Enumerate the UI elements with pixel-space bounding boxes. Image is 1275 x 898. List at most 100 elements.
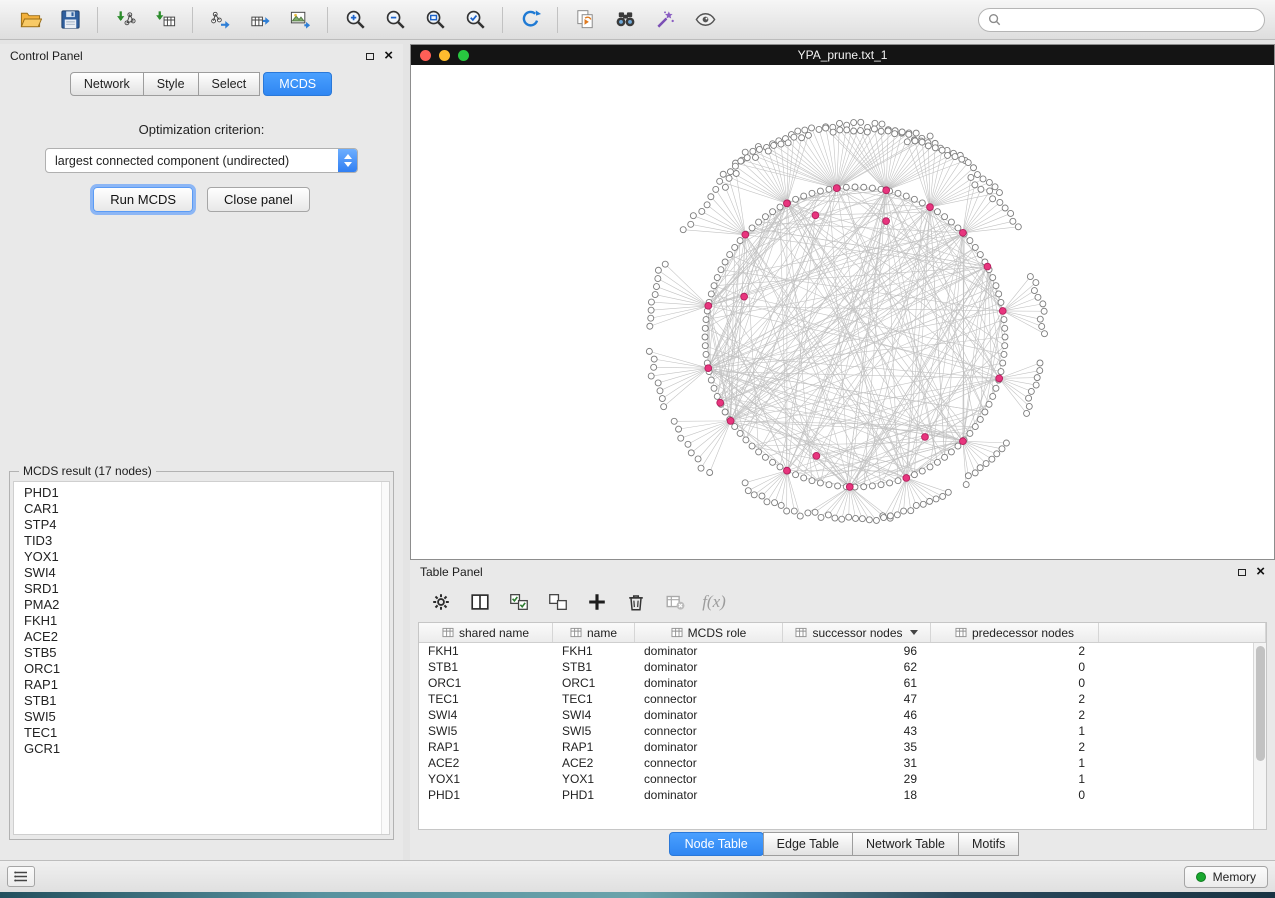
close-panel-button[interactable]: Close panel — [207, 187, 310, 212]
table-cell: dominator — [635, 660, 783, 674]
mcds-result-item[interactable]: ACE2 — [24, 629, 389, 645]
float-panel-icon[interactable] — [366, 53, 374, 60]
table-cell: 61 — [783, 676, 931, 690]
gear-icon[interactable] — [426, 588, 456, 616]
table-row[interactable]: ACE2ACE2connector311 — [419, 755, 1266, 771]
table-scrollbar[interactable] — [1253, 643, 1266, 829]
tab-select[interactable]: Select — [198, 72, 261, 96]
mcds-result-item[interactable]: STP4 — [24, 517, 389, 533]
column-header-predecessor-nodes[interactable]: predecessor nodes — [931, 623, 1099, 642]
zoom-out-icon[interactable] — [379, 5, 411, 35]
table-row[interactable]: YOX1YOX1connector291 — [419, 771, 1266, 787]
table-row[interactable]: FKH1FKH1dominator962 — [419, 643, 1266, 659]
show-hide-icon[interactable] — [689, 5, 721, 35]
mcds-result-item[interactable]: SRD1 — [24, 581, 389, 597]
table-cell: TEC1 — [419, 692, 553, 706]
mcds-result-item[interactable]: FKH1 — [24, 613, 389, 629]
table-row[interactable]: RAP1RAP1dominator352 — [419, 739, 1266, 755]
mcds-result-item[interactable]: STB5 — [24, 645, 389, 661]
column-header-successor-nodes[interactable]: successor nodes — [783, 623, 931, 642]
refresh-icon[interactable] — [514, 5, 546, 35]
clear-icon — [660, 588, 690, 616]
dropdown-value: largest connected component (undirected) — [46, 154, 338, 168]
table-cell: PHD1 — [419, 788, 553, 802]
network-window-titlebar[interactable]: YPA_prune.txt_1 — [411, 45, 1274, 65]
table-row[interactable]: SWI5SWI5connector431 — [419, 723, 1266, 739]
column-header-shared-name[interactable]: shared name — [419, 623, 553, 642]
table-row[interactable]: SWI4SWI4dominator462 — [419, 707, 1266, 723]
table-tabs: Node TableEdge TableNetwork TableMotifs — [410, 832, 1275, 856]
import-network-icon[interactable] — [109, 5, 141, 35]
mcds-result-item[interactable]: TEC1 — [24, 725, 389, 741]
zoom-fit-icon[interactable] — [419, 5, 451, 35]
mcds-result-item[interactable]: SWI5 — [24, 709, 389, 725]
table-row[interactable]: STB1STB1dominator620 — [419, 659, 1266, 675]
window-maximize-icon[interactable] — [458, 50, 469, 61]
tab-network-table[interactable]: Network Table — [852, 832, 959, 856]
table-cell: connector — [635, 756, 783, 770]
tab-style[interactable]: Style — [143, 72, 199, 96]
tab-network[interactable]: Network — [70, 72, 144, 96]
optimization-dropdown[interactable]: largest connected component (undirected) — [45, 148, 358, 173]
table-cell: PHD1 — [553, 788, 635, 802]
mcds-result-item[interactable]: GCR1 — [24, 741, 389, 757]
network-canvas[interactable] — [411, 65, 1274, 559]
memory-button[interactable]: Memory — [1184, 866, 1268, 888]
table-cell: dominator — [635, 740, 783, 754]
tab-edge-table[interactable]: Edge Table — [763, 832, 853, 856]
zoom-in-icon[interactable] — [339, 5, 371, 35]
table-scrollbar-thumb[interactable] — [1256, 646, 1265, 761]
tab-node-table[interactable]: Node Table — [669, 832, 764, 856]
export-network-icon[interactable] — [204, 5, 236, 35]
search-box[interactable] — [978, 8, 1265, 32]
float-table-panel-icon[interactable] — [1238, 569, 1246, 576]
column-header-name[interactable]: name — [553, 623, 635, 642]
clone-network-icon[interactable] — [569, 5, 601, 35]
close-panel-icon[interactable]: × — [384, 51, 393, 61]
mcds-result-item[interactable]: PHD1 — [24, 485, 389, 501]
column-header-MCDS-role[interactable]: MCDS role — [635, 623, 783, 642]
window-minimize-icon[interactable] — [439, 50, 450, 61]
close-table-panel-icon[interactable]: × — [1256, 567, 1265, 577]
optimization-label: Optimization criterion: — [0, 122, 403, 137]
table-row[interactable]: ORC1ORC1dominator610 — [419, 675, 1266, 691]
mcds-result-item[interactable]: CAR1 — [24, 501, 389, 517]
mcds-result-item[interactable]: STB1 — [24, 693, 389, 709]
mcds-result-item[interactable]: ORC1 — [24, 661, 389, 677]
result-list-scrollbar[interactable] — [381, 482, 389, 834]
table-row[interactable]: PHD1PHD1dominator180 — [419, 787, 1266, 803]
panel-menu-button[interactable] — [7, 866, 35, 887]
tab-mcds[interactable]: MCDS — [263, 72, 332, 96]
mcds-result-item[interactable]: RAP1 — [24, 677, 389, 693]
node-table-body: FKH1FKH1dominator962STB1STB1dominator620… — [419, 643, 1266, 803]
deselect-all-icon[interactable] — [543, 588, 573, 616]
columns-icon[interactable] — [465, 588, 495, 616]
save-session-icon[interactable] — [54, 5, 86, 35]
table-cell: 31 — [783, 756, 931, 770]
mcds-result-item[interactable]: SWI4 — [24, 565, 389, 581]
apply-style-icon[interactable] — [649, 5, 681, 35]
mcds-result-item[interactable]: PMA2 — [24, 597, 389, 613]
import-table-icon[interactable] — [149, 5, 181, 35]
window-close-icon[interactable] — [420, 50, 431, 61]
delete-icon[interactable] — [621, 588, 651, 616]
open-file-icon[interactable] — [14, 5, 46, 35]
tab-motifs[interactable]: Motifs — [958, 832, 1019, 856]
search-network-icon[interactable] — [609, 5, 641, 35]
table-cell: RAP1 — [419, 740, 553, 754]
search-input[interactable] — [1007, 13, 1255, 27]
run-mcds-button[interactable]: Run MCDS — [93, 187, 193, 212]
zoom-selected-icon[interactable] — [459, 5, 491, 35]
table-row[interactable]: TEC1TEC1connector472 — [419, 691, 1266, 707]
mcds-result-list[interactable]: PHD1CAR1STP4TID3YOX1SWI4SRD1PMA2FKH1ACE2… — [13, 481, 390, 835]
table-cell: ORC1 — [419, 676, 553, 690]
mcds-result-item[interactable]: YOX1 — [24, 549, 389, 565]
export-table-icon[interactable] — [244, 5, 276, 35]
control-panel-header[interactable]: Control Panel × — [0, 44, 403, 68]
dropdown-stepper-icon — [338, 148, 357, 173]
table-panel-header[interactable]: Table Panel × — [410, 560, 1275, 584]
add-icon[interactable] — [582, 588, 612, 616]
mcds-result-item[interactable]: TID3 — [24, 533, 389, 549]
export-image-icon[interactable] — [284, 5, 316, 35]
select-all-icon[interactable] — [504, 588, 534, 616]
